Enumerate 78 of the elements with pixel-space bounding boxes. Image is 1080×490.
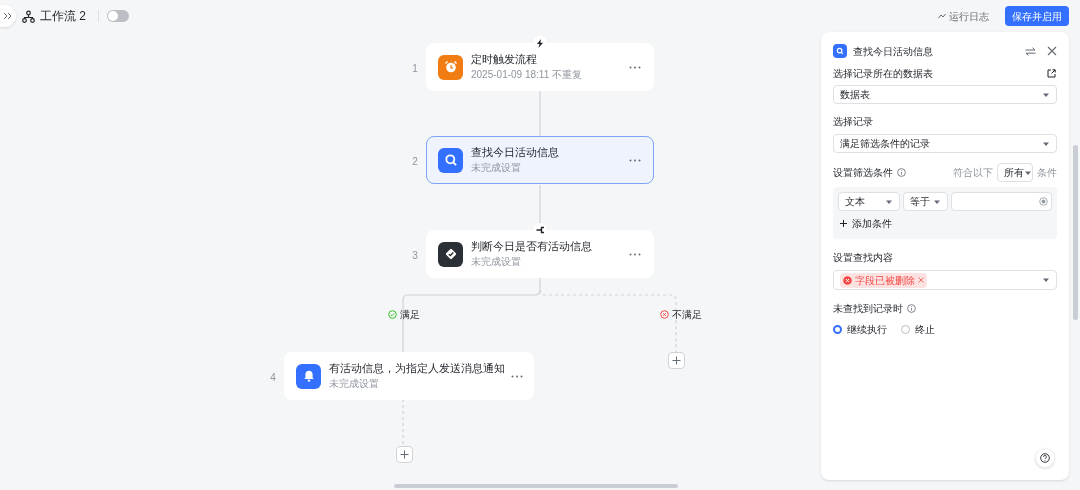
- workflow-icon: [22, 9, 36, 23]
- node-subtitle: 未完成设置: [329, 377, 380, 392]
- more-icon: [511, 374, 523, 378]
- run-log-button[interactable]: 运行日志: [938, 8, 989, 24]
- more-button[interactable]: [511, 374, 523, 378]
- scrollbar-thumb[interactable]: [1073, 145, 1078, 320]
- add-step-button[interactable]: [396, 446, 413, 463]
- close-icon[interactable]: [1047, 46, 1057, 56]
- node-title: 有活动信息，为指定人发送消息通知: [329, 360, 505, 376]
- step-number: 3: [411, 249, 419, 263]
- field-label: 选择记录所在的数据表: [833, 68, 933, 80]
- info-icon: [897, 168, 906, 177]
- field-label: 未查找到记录时: [833, 302, 903, 316]
- add-step-button[interactable]: [668, 352, 685, 369]
- search-icon: [438, 147, 463, 173]
- table-select[interactable]: 数据表: [833, 85, 1057, 104]
- radio-option[interactable]: 终止: [901, 322, 935, 337]
- swap-icon[interactable]: [1025, 45, 1037, 57]
- plus-icon: [840, 220, 847, 227]
- step-number: 4: [269, 371, 277, 385]
- node-title: 定时触发流程: [471, 51, 538, 67]
- error-icon: [843, 275, 852, 285]
- trend-icon: [938, 13, 946, 19]
- node-card[interactable]: 查找今日活动信息 未完成设置: [426, 136, 654, 184]
- field-label: 设置筛选条件: [833, 166, 893, 180]
- plus-icon: [672, 356, 681, 365]
- field-tag: 字段已被删除: [840, 272, 927, 288]
- operator-select[interactable]: 等于: [903, 192, 948, 211]
- step-number: 1: [411, 62, 419, 76]
- step-number: 2: [411, 155, 419, 169]
- match-select[interactable]: 所有: [997, 163, 1033, 182]
- node-subtitle: 未完成设置: [471, 161, 522, 176]
- node-subtitle: 2025-01-09 18:11 不重复: [471, 68, 583, 83]
- record-select[interactable]: 满足筛选条件的记录: [833, 134, 1057, 153]
- more-button[interactable]: [629, 158, 641, 162]
- bell-icon: [296, 363, 321, 389]
- expand-button[interactable]: [0, 5, 16, 27]
- radio-option[interactable]: 继续执行: [833, 322, 887, 337]
- field-select[interactable]: 文本: [838, 192, 900, 211]
- node-subtitle: 未完成设置: [471, 255, 522, 270]
- add-condition-button[interactable]: 添加条件: [840, 216, 1052, 231]
- radio-button[interactable]: [901, 325, 910, 334]
- x-circle-icon: [660, 310, 669, 319]
- help-button[interactable]: [1035, 448, 1055, 468]
- node-title: 查找今日活动信息: [471, 144, 560, 160]
- node-card[interactable]: 判断今日是否有活动信息 未完成设置: [426, 230, 654, 278]
- panel-title: 查找今日活动信息: [853, 44, 934, 59]
- more-icon: [629, 252, 641, 256]
- double-chevron-icon: [3, 11, 13, 21]
- caret-icon: [1042, 276, 1050, 284]
- branch-label: 不满足: [672, 308, 702, 322]
- save-button[interactable]: 保存并启用: [1005, 6, 1069, 26]
- field-label: 设置查找内容: [833, 251, 894, 265]
- info-icon: [907, 304, 916, 313]
- question-icon: [1040, 453, 1050, 463]
- branch-icon: [533, 223, 547, 237]
- more-icon: [629, 158, 641, 162]
- more-button[interactable]: [629, 252, 641, 256]
- check-circle-icon: [388, 310, 397, 319]
- field-label: 选择记录: [833, 115, 874, 129]
- more-icon: [629, 65, 641, 69]
- plus-icon: [400, 450, 409, 459]
- match-label: 符合以下: [953, 166, 993, 180]
- external-link-icon[interactable]: [1047, 69, 1057, 79]
- branch-label: 满足: [400, 308, 420, 322]
- match-label: 条件: [1037, 166, 1057, 180]
- radio-button[interactable]: [833, 325, 842, 334]
- more-button[interactable]: [629, 65, 641, 69]
- value-field[interactable]: [951, 192, 1052, 211]
- enable-toggle[interactable]: [107, 10, 129, 22]
- node-title: 判断今日是否有活动信息: [471, 238, 593, 254]
- circle-icon[interactable]: [1039, 197, 1048, 206]
- node-card[interactable]: 有活动信息，为指定人发送消息通知 未完成设置: [284, 352, 534, 400]
- clock-icon: [438, 54, 463, 80]
- workflow-title: 工作流 2: [40, 8, 86, 25]
- node-card[interactable]: 定时触发流程 2025-01-09 18:11 不重复: [426, 43, 654, 91]
- search-icon: [833, 44, 847, 58]
- scrollbar-thumb[interactable]: [394, 484, 678, 488]
